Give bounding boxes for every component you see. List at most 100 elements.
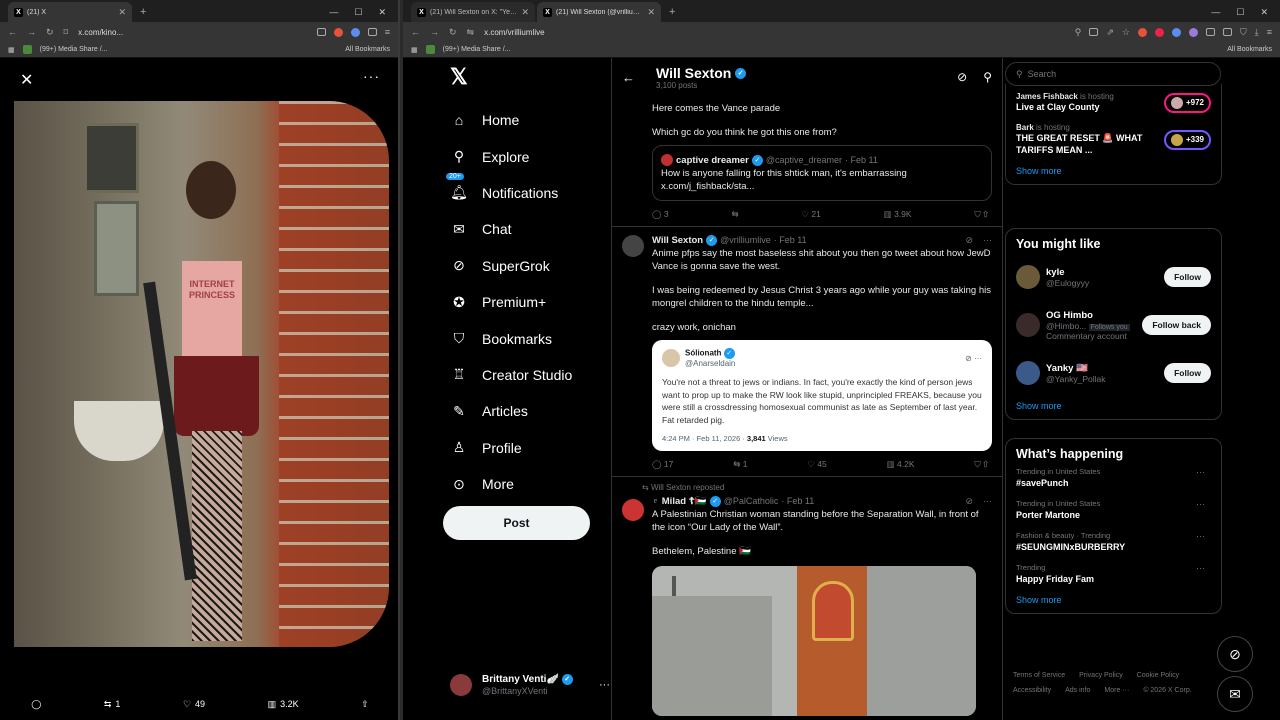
extension-icon[interactable]	[350, 27, 360, 37]
trend-item[interactable]: Trending in United States #savePunch ···	[1016, 467, 1211, 488]
nav-profile[interactable]: ♙ Profile	[450, 430, 572, 466]
menu-icon[interactable]: ≡	[1267, 27, 1272, 37]
new-tab-button[interactable]: +	[134, 2, 152, 22]
reload-icon[interactable]: ↻	[449, 27, 457, 38]
bookmark-media-share[interactable]: (99+) Media Share /...	[443, 46, 511, 53]
all-bookmarks[interactable]: All Bookmarks	[345, 46, 390, 53]
embedded-tweet[interactable]: Sólionath ✓ @Anarseldain ⊘ ··· You're no…	[652, 340, 992, 451]
share-page-icon[interactable]: ⇗	[1106, 27, 1114, 38]
nav-home[interactable]: ⌂ Home	[450, 102, 572, 138]
forward-icon[interactable]: →	[27, 27, 36, 37]
x-logo-icon[interactable]: 𝕏	[450, 64, 468, 90]
trend-more-icon[interactable]: ···	[1196, 467, 1205, 477]
views-action[interactable]: ▥ 4.2K	[887, 459, 915, 470]
like-action[interactable]: ♡ 45	[807, 459, 826, 470]
more-options-icon[interactable]: ···	[363, 68, 380, 84]
space-listeners[interactable]: +339	[1163, 129, 1211, 150]
close-window-icon[interactable]: ✕	[378, 7, 386, 18]
footer-link[interactable]: Privacy Policy	[1079, 672, 1123, 679]
puzzle-icon[interactable]	[1205, 28, 1215, 36]
grok-icon[interactable]: ⊘	[965, 496, 973, 507]
nav-more[interactable]: ⊙ More	[450, 466, 572, 502]
reply-action[interactable]: ◯	[31, 699, 41, 710]
bookmark-action[interactable]: ⛉ ⇧	[974, 459, 988, 470]
screen-icon[interactable]	[1089, 28, 1099, 36]
trend-item[interactable]: Trending in United States Porter Martone ·…	[1016, 499, 1211, 520]
nav-notifications[interactable]: 🔔︎ 20+ Notifications	[446, 172, 572, 211]
post-button[interactable]: Post	[443, 506, 590, 540]
repost-action[interactable]: ⇆ 1	[104, 699, 121, 710]
nav-premium[interactable]: ✪ Premium+	[450, 284, 572, 320]
follow-suggestion[interactable]: Yanky 🇺🇸 @Yanky_Pollak Follow	[1016, 353, 1211, 393]
spaces-show-more[interactable]: Show more	[1016, 166, 1211, 176]
url-field[interactable]: x.com/kino...	[78, 28, 123, 37]
footer-link[interactable]: Ads info	[1065, 687, 1090, 694]
maximize-icon[interactable]: ☐	[1236, 7, 1244, 18]
grok-fab-icon[interactable]: ⊘	[1217, 636, 1253, 672]
star-icon[interactable]: ☆	[1122, 27, 1130, 38]
trends-show-more[interactable]: Show more	[1016, 595, 1211, 605]
who-to-follow-show-more[interactable]: Show more	[1016, 401, 1211, 411]
site-info-icon[interactable]: ⇋	[467, 27, 475, 38]
brave-icon[interactable]	[1137, 27, 1147, 37]
quote-tweet[interactable]: captive dreamer ✓ @captive_dreamer · Feb…	[652, 145, 992, 201]
follow-back-button[interactable]: Follow back	[1142, 315, 1211, 335]
trend-item[interactable]: Fashion & beauty · Trending #SEUNGMINxBUR…	[1016, 531, 1211, 552]
url-field[interactable]: x.com/vrilliumlive	[484, 28, 544, 37]
like-action[interactable]: ♡ 49	[183, 699, 205, 710]
messages-fab-icon[interactable]: ✉	[1217, 676, 1253, 712]
footer-link[interactable]: Cookie Policy	[1137, 672, 1179, 679]
footer-link[interactable]: Terms of Service	[1013, 672, 1065, 679]
trend-more-icon[interactable]: ···	[1196, 531, 1205, 541]
back-icon[interactable]: ←	[8, 27, 17, 37]
search-icon[interactable]: ⚲	[983, 70, 992, 84]
bookmark-page-icon[interactable]: ⌑	[64, 27, 69, 38]
reload-icon[interactable]: ↻	[46, 27, 54, 38]
more-icon[interactable]: ···	[983, 496, 992, 507]
shield-icon[interactable]: ⛉	[1240, 27, 1247, 38]
nav-creator-studio[interactable]: ♖ Creator Studio	[450, 357, 573, 393]
like-action[interactable]: ♡ 21	[801, 209, 820, 220]
account-more-icon[interactable]: ···	[599, 679, 610, 691]
trend-item[interactable]: Trending Happy Friday Fam ···	[1016, 563, 1211, 584]
sidebar-icon[interactable]	[1222, 28, 1232, 36]
download-icon[interactable]: ⤓	[1255, 27, 1259, 38]
brave-icon[interactable]	[333, 27, 343, 37]
nav-supergrok[interactable]: ⊘ SuperGrok	[450, 248, 572, 284]
tweet[interactable]: Will Sexton ✓ @vrilliumlive · Feb 11 ⊘ ··…	[612, 227, 1002, 477]
alert-extension-icon[interactable]	[1154, 27, 1164, 37]
views-action[interactable]: ▥ 3.9K	[884, 209, 912, 220]
nav-bookmarks[interactable]: ⛉ Bookmarks	[450, 320, 572, 356]
account-switcher[interactable]: Brittany Venti🪽 ✓ @BrittanyXVenti ···	[450, 674, 610, 696]
minimize-icon[interactable]: —	[1211, 7, 1220, 17]
repost-action[interactable]: ⇆	[731, 209, 738, 220]
tab-profile[interactable]: X (21) Will Sexton (@vrilliumlive) / ...…	[537, 2, 661, 22]
apps-icon[interactable]: ▦	[411, 46, 418, 54]
grok-icon[interactable]: ⊘	[965, 235, 973, 246]
menu-icon[interactable]: ≡	[385, 27, 390, 37]
nav-explore[interactable]: ⚲ Explore	[450, 138, 572, 174]
reply-action[interactable]: ◯ 3	[652, 209, 669, 220]
back-arrow-icon[interactable]: ←	[622, 70, 656, 85]
nav-articles[interactable]: ✎ Articles	[450, 393, 572, 429]
footer-link[interactable]: Accessibility	[1013, 687, 1051, 694]
new-tab-button[interactable]: +	[663, 2, 681, 22]
sidebar-icon[interactable]	[367, 28, 377, 36]
reply-action[interactable]: ◯ 17	[652, 459, 673, 470]
tweet-image[interactable]	[652, 566, 976, 716]
close-window-icon[interactable]: ✕	[1260, 7, 1268, 18]
bookmark-action[interactable]: ⛉ ⇧	[974, 209, 988, 220]
all-bookmarks[interactable]: All Bookmarks	[1227, 46, 1272, 53]
follow-suggestion[interactable]: OG Himbo @Himbo... Follows you Commentary …	[1016, 305, 1211, 345]
back-icon[interactable]: ←	[411, 27, 420, 37]
share-icon[interactable]: ⇧	[983, 209, 988, 219]
more-icon[interactable]: ···	[974, 354, 982, 363]
tab-status[interactable]: X (21) Will Sexton on X: "Year of the V.…	[411, 2, 535, 22]
share-icon[interactable]: ⇧	[983, 459, 988, 469]
space-item[interactable]: Bark is hosting THE GREAT RESET 🚨 WHAT T…	[1016, 123, 1211, 156]
space-item[interactable]: James Fishback is hosting Live at Clay C…	[1016, 92, 1211, 113]
forward-icon[interactable]: →	[430, 27, 439, 37]
screen-icon[interactable]	[316, 28, 326, 36]
close-tab-icon[interactable]: ✕	[647, 7, 655, 18]
extension-icon[interactable]	[1171, 27, 1181, 37]
